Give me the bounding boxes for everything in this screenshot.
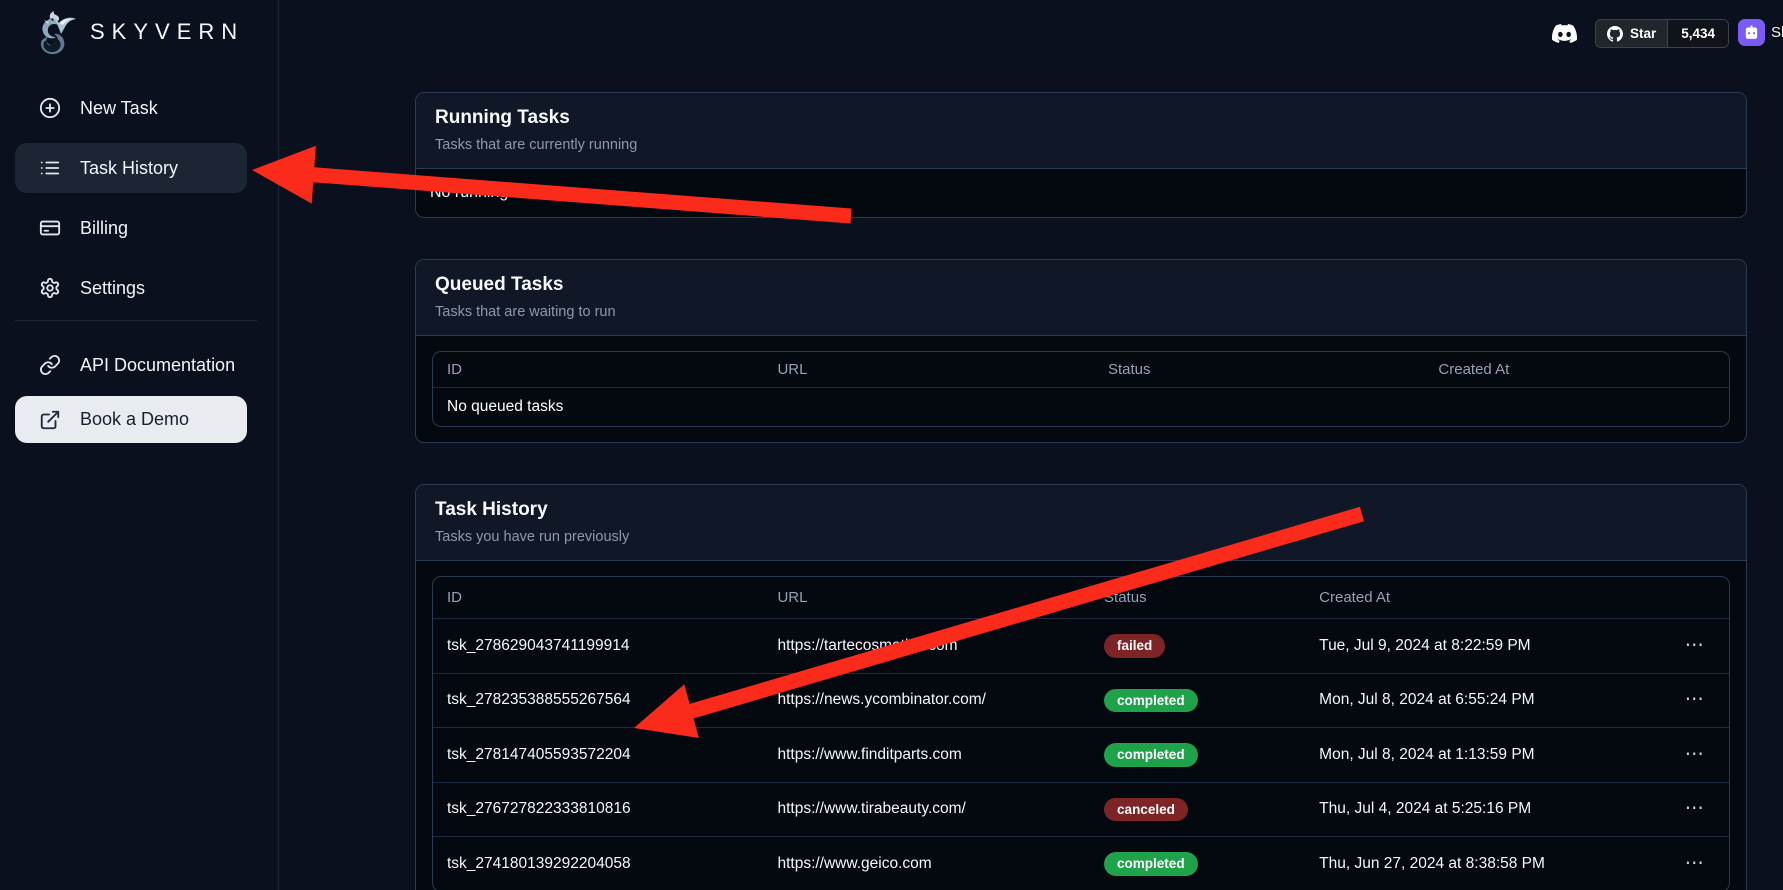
card-title: Task History [435,499,1727,521]
running-tasks-card: Running Tasks Tasks that are currently r… [415,92,1747,218]
task-row[interactable]: tsk_278235388555267564 https://news.ycom… [433,673,1729,728]
status-badge: completed [1104,852,1198,876]
user-name-text: Sk [1771,24,1783,41]
column-header-id: ID [433,352,763,387]
sidebar-item-task-history[interactable]: Task History [15,143,247,193]
sidebar-item-settings[interactable]: Settings [15,266,247,310]
sidebar-divider [15,320,257,321]
card-subtitle: Tasks that are currently running [435,137,1727,153]
sidebar-item-book-a-demo[interactable]: Book a Demo [15,396,247,443]
status-badge: canceled [1104,798,1188,822]
sidebar-item-label: Task History [80,158,178,179]
task-id-cell: tsk_278147405593572204 [433,731,763,779]
column-header-status: Status [1094,352,1424,387]
task-actions-cell: ⋯ [1662,621,1729,671]
task-created-at-cell: Thu, Jun 27, 2024 at 8:38:58 PM [1305,840,1661,888]
queued-tasks-header: Queued Tasks Tasks that are waiting to r… [416,260,1746,336]
row-menu-button[interactable]: ⋯ [1676,690,1715,709]
task-url-cell: https://www.finditparts.com [763,731,1090,779]
column-header-created-at: Created At [1305,577,1661,618]
sidebar-item-billing[interactable]: Billing [15,206,247,250]
column-header-id: ID [433,577,763,618]
running-tasks-header: Running Tasks Tasks that are currently r… [416,93,1746,169]
card-title: Queued Tasks [435,274,1727,296]
task-url-cell: https://news.ycombinator.com/ [763,676,1090,724]
task-status-cell: failed [1090,619,1305,673]
column-header-actions [1662,586,1729,610]
running-tasks-empty: No running tasks [416,169,1746,217]
task-actions-cell: ⋯ [1662,839,1729,889]
status-badge: completed [1104,743,1198,767]
row-menu-button[interactable]: ⋯ [1676,854,1715,873]
card-subtitle: Tasks you have run previously [435,529,1727,545]
task-row[interactable]: tsk_276727822333810816 https://www.tirab… [433,782,1729,837]
task-url-cell: https://www.tirabeauty.com/ [763,785,1090,833]
row-menu-button[interactable]: ⋯ [1676,745,1715,764]
task-actions-cell: ⋯ [1662,675,1729,725]
card-subtitle: Tasks that are waiting to run [435,304,1727,320]
table-header-row: ID URL Status Created At [433,352,1729,387]
sidebar-item-label: API Documentation [80,355,235,376]
task-actions-cell: ⋯ [1662,784,1729,834]
sidebar-item-label: New Task [80,98,158,119]
sidebar-item-label: Settings [80,278,145,299]
gear-icon [39,277,61,299]
history-table-body: tsk_278629043741199914 https://tartecosm… [433,618,1729,890]
row-menu-button[interactable]: ⋯ [1676,636,1715,655]
task-id-cell: tsk_276727822333810816 [433,785,763,833]
task-created-at-cell: Tue, Jul 9, 2024 at 8:22:59 PM [1305,622,1661,670]
plus-circle-icon [39,97,61,119]
credit-card-icon [39,217,61,239]
brand-logo: SKYVERN [28,6,244,58]
column-header-url: URL [763,577,1090,618]
main-content: Running Tasks Tasks that are currently r… [415,0,1747,890]
task-created-at-cell: Mon, Jul 8, 2024 at 1:13:59 PM [1305,731,1661,779]
status-badge: completed [1104,689,1198,713]
task-status-cell: completed [1090,728,1305,782]
task-actions-cell: ⋯ [1662,730,1729,780]
sidebar-item-label: Billing [80,218,128,239]
task-url-cell: https://www.geico.com [763,840,1090,888]
task-created-at-cell: Thu, Jul 4, 2024 at 5:25:16 PM [1305,785,1661,833]
card-title: Running Tasks [435,107,1727,129]
column-header-url: URL [763,352,1093,387]
queued-tasks-table: ID URL Status Created At No queued tasks [432,351,1730,427]
task-id-cell: tsk_274180139292204058 [433,840,763,888]
sidebar-item-label: Book a Demo [80,409,189,430]
task-id-cell: tsk_278629043741199914 [433,622,763,670]
task-id-cell: tsk_278235388555267564 [433,676,763,724]
task-row[interactable]: tsk_278629043741199914 https://tartecosm… [433,618,1729,673]
task-row[interactable]: tsk_274180139292204058 https://www.geico… [433,836,1729,890]
task-history-header: Task History Tasks you have run previous… [416,485,1746,561]
task-url-cell: https://tartecosmetics.com [763,622,1090,670]
column-header-status: Status [1090,577,1305,618]
task-status-cell: canceled [1090,783,1305,837]
brand-name: SKYVERN [90,19,244,45]
table-header-row: ID URL Status Created At [433,577,1729,618]
task-status-cell: completed [1090,837,1305,890]
column-header-created-at: Created At [1424,352,1729,387]
row-menu-button[interactable]: ⋯ [1676,799,1715,818]
task-history-card: Task History Tasks you have run previous… [415,484,1747,890]
link-icon [39,354,61,376]
sidebar: SKYVERN New Task Task History Billing Se… [0,0,279,890]
queued-tasks-card: Queued Tasks Tasks that are waiting to r… [415,259,1747,443]
task-row[interactable]: tsk_278147405593572204 https://www.findi… [433,727,1729,782]
queued-tasks-empty: No queued tasks [433,387,1729,426]
skyvern-dragon-icon [28,6,80,58]
task-status-cell: completed [1090,674,1305,728]
sidebar-item-api-documentation[interactable]: API Documentation [15,343,247,387]
external-link-icon [39,409,61,431]
sidebar-item-new-task[interactable]: New Task [15,86,247,130]
task-history-table: ID URL Status Created At tsk_27862904374… [432,576,1730,890]
status-badge: failed [1104,634,1165,658]
list-icon [39,157,61,179]
task-created-at-cell: Mon, Jul 8, 2024 at 6:55:24 PM [1305,676,1661,724]
